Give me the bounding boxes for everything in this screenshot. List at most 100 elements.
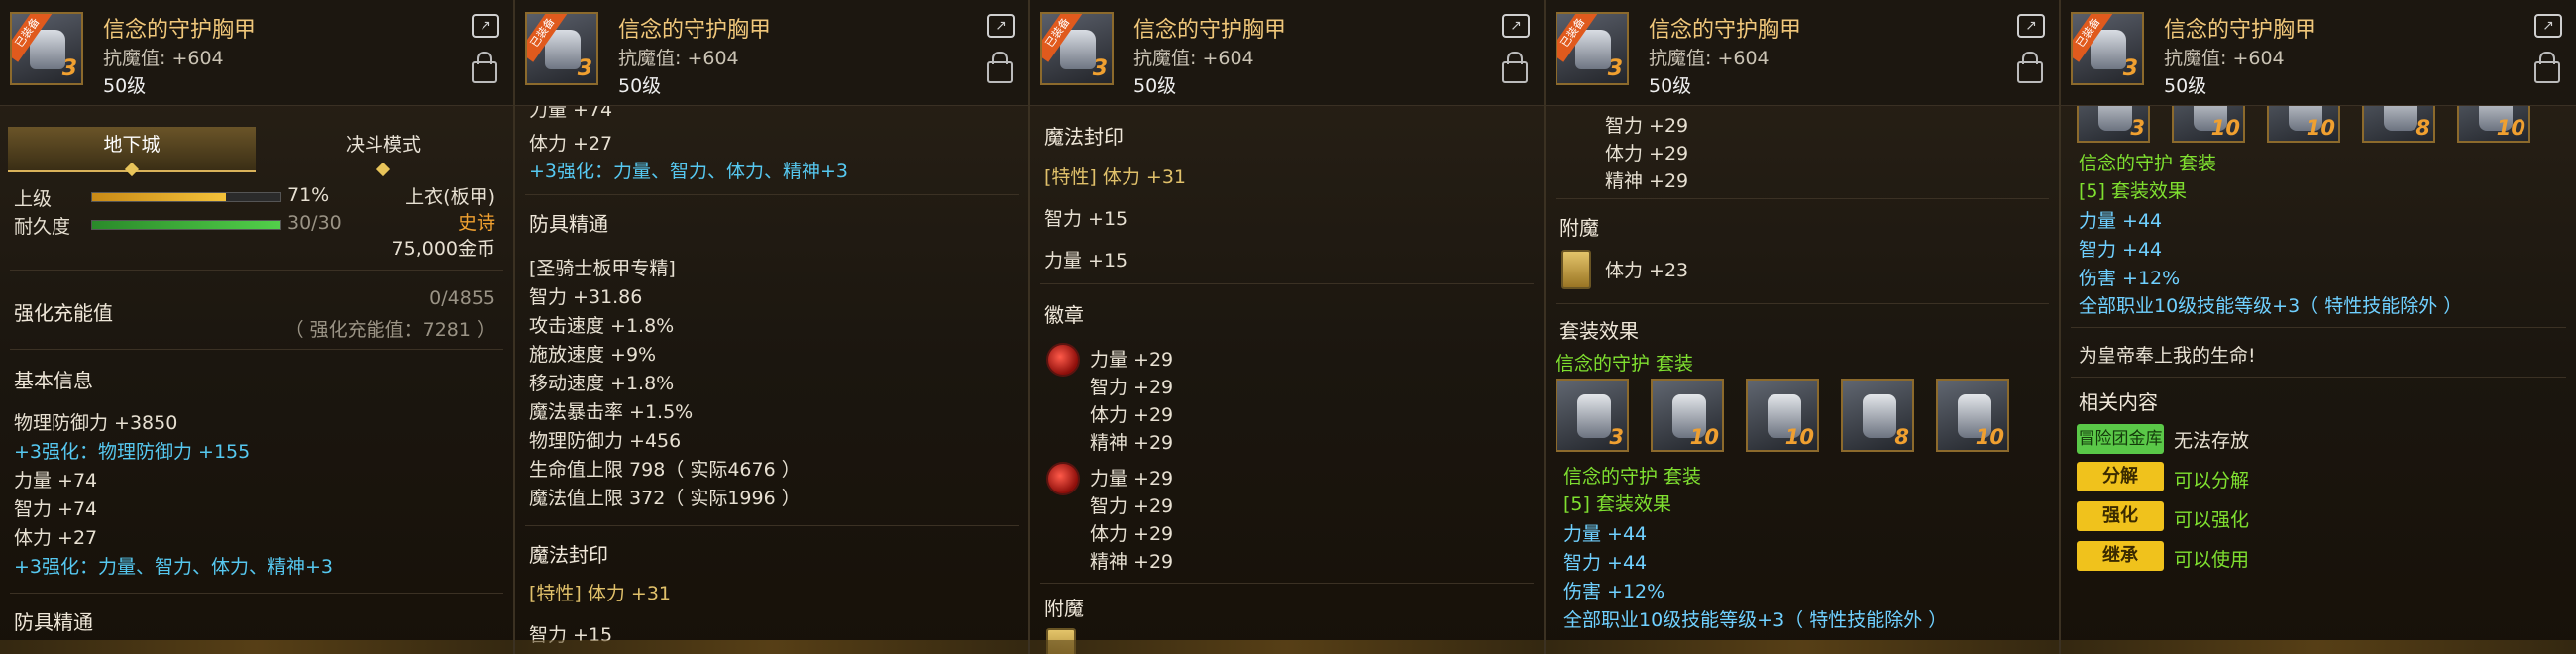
item-name: 信念的守护胸甲	[103, 18, 257, 43]
emblem-line: 体力 +29	[1090, 404, 1174, 426]
icon-enhance-level: 3	[1607, 56, 1623, 81]
set-item-level: 10	[2306, 116, 2335, 140]
emblem-line: 精神 +29	[1605, 170, 1689, 192]
disassemble-status: 可以分解	[2174, 470, 2250, 491]
item-header: 已装备 3 信念的守护胸甲 抗魔值: +604 50级 ↗	[515, 0, 1028, 106]
item-icon: 已装备 3	[1040, 12, 1114, 85]
share-icon[interactable]: ↗	[987, 14, 1015, 38]
item-name: 信念的守护胸甲	[618, 18, 772, 43]
set-effect-line: 力量 +44	[1563, 523, 1648, 545]
mastery-line: 物理防御力 +456	[529, 430, 682, 452]
set-item-icon[interactable]: 3	[1556, 379, 1629, 452]
enchant-card-icon	[1046, 628, 1076, 654]
tab-dungeon[interactable]: 地下城	[8, 127, 256, 177]
divider	[1556, 303, 2049, 304]
icon-enhance-level: 3	[577, 56, 592, 81]
inherit-button[interactable]: 继承	[2077, 541, 2164, 571]
item-header: 已装备 3 信念的守护胸甲 抗魔值: +604 50级 ↗	[2061, 0, 2576, 106]
emblem-title: 徽章	[1044, 303, 1084, 327]
charge-sub: （ 强化充能值：7281 ）	[284, 319, 495, 341]
set-item-icon[interactable]: 10	[1936, 379, 2009, 452]
set-effect-title: [5] 套装效果	[2079, 180, 2187, 202]
grade-bar-fill	[92, 193, 226, 201]
set-item-icon[interactable]: 10	[1746, 379, 1819, 452]
disassemble-button[interactable]: 分解	[2077, 462, 2164, 491]
tab-dungeon-label: 地下城	[103, 134, 161, 156]
lock-icon[interactable]	[472, 52, 497, 83]
item-icon: 已装备 3	[2071, 12, 2144, 85]
durability-value: 30/30	[287, 212, 342, 234]
enchant-line: 体力 +23	[1605, 260, 1689, 281]
mastery-line: 智力 +31.86	[529, 286, 643, 308]
basic-line: +3强化：力量、智力、体力、精神+3	[14, 556, 334, 578]
grade-label: 上级	[14, 188, 53, 210]
emblem-line: 力量 +29	[1090, 349, 1174, 371]
mastery-line: 魔法值上限 372（ 实际1996 ）	[529, 488, 801, 509]
basic-line: +3强化：力量、智力、体力、精神+3	[529, 161, 849, 182]
tab-duel[interactable]: 决斗模式	[260, 127, 507, 177]
seal-line: 智力 +15	[529, 624, 613, 646]
flavor-text: 为皇帝奉上我的生命!	[2079, 345, 2256, 367]
basic-line: 力量 +74	[14, 470, 98, 491]
basic-line: 体力 +27	[14, 527, 98, 549]
divider	[2071, 377, 2566, 378]
item-icon: 已装备 3	[525, 12, 598, 85]
basic-line: 体力 +27	[529, 133, 613, 155]
item-header: 已装备 3 信念的守护胸甲 抗魔值: +604 50级 ↗	[1030, 0, 1544, 106]
share-icon[interactable]: ↗	[2534, 14, 2562, 38]
seal-title: 魔法封印	[1044, 125, 1124, 149]
lock-icon[interactable]	[1502, 52, 1528, 83]
share-icon[interactable]: ↗	[2017, 14, 2045, 38]
item-icon: 已装备 3	[1556, 12, 1629, 85]
set-effect-line: 力量 +44	[2079, 210, 2163, 232]
seal-line: 智力 +15	[1044, 208, 1128, 230]
icon-enhance-level: 3	[2122, 56, 2138, 81]
grade-percent: 71%	[287, 184, 330, 206]
enhance-status: 可以强化	[2174, 509, 2250, 531]
mastery-line: 施放速度 +9%	[529, 344, 657, 366]
lock-icon[interactable]	[987, 52, 1013, 83]
set-effect-line: 智力 +44	[2079, 239, 2163, 261]
adventure-vault-badge: 冒险团金库	[2077, 424, 2164, 454]
divider	[10, 349, 503, 350]
share-icon[interactable]: ↗	[472, 14, 499, 38]
slot-type: 上衣(板甲)	[405, 186, 495, 208]
emblem-line: 体力 +29	[1090, 523, 1174, 545]
magic-resist: 抗魔值: +604	[103, 48, 224, 69]
item-level: 50级	[2164, 75, 2207, 97]
emblem-line: 精神 +29	[1090, 551, 1174, 573]
vault-status: 无法存放	[2174, 430, 2250, 452]
set-name: 信念的守护 套装	[1556, 353, 1694, 375]
mastery-title: 防具精通	[529, 212, 608, 236]
enhance-button[interactable]: 强化	[2077, 501, 2164, 531]
lock-icon[interactable]	[2017, 52, 2043, 83]
tab-marker-icon	[124, 162, 140, 177]
tooltip-panel-1: 已装备 3 信念的守护胸甲 抗魔值: +604 50级 ↗ 地下城 决斗模式 上…	[0, 0, 515, 654]
item-name: 信念的守护胸甲	[1133, 18, 1287, 43]
tooltip-panel-4: 已装备 3 信念的守护胸甲 抗魔值: +604 50级 ↗ 智力 +29 体力 …	[1546, 0, 2061, 654]
tab-marker-icon	[376, 162, 391, 177]
divider	[1040, 583, 1534, 584]
set-item-icon[interactable]: 10	[1651, 379, 1724, 452]
lock-icon[interactable]	[2534, 52, 2560, 83]
set-item-level: 10	[1689, 425, 1719, 449]
durability-bar	[91, 220, 281, 230]
magic-resist: 抗魔值: +604	[1133, 48, 1254, 69]
tab-duel-label: 决斗模式	[345, 134, 421, 156]
divider	[10, 270, 503, 271]
set-effect-line: 伤害 +12%	[1563, 581, 1665, 602]
seal-line: 力量 +15	[1044, 250, 1128, 272]
icon-enhance-level: 3	[61, 56, 77, 81]
red-emblem-icon	[1046, 462, 1080, 495]
set-item-level: 8	[2415, 116, 2430, 140]
divider	[1040, 283, 1534, 284]
item-level: 50级	[1133, 75, 1177, 97]
set-effect-title: [5] 套装效果	[1563, 493, 1671, 515]
set-effect-line: 智力 +44	[1563, 552, 1648, 574]
share-icon[interactable]: ↗	[1502, 14, 1530, 38]
set-item-icon[interactable]: 8	[1841, 379, 1914, 452]
basic-line: +3强化：物理防御力 +155	[14, 441, 251, 463]
divider	[2071, 327, 2566, 328]
emblem-line: 力量 +29	[1090, 468, 1174, 490]
price: 75,000金币	[391, 238, 495, 260]
